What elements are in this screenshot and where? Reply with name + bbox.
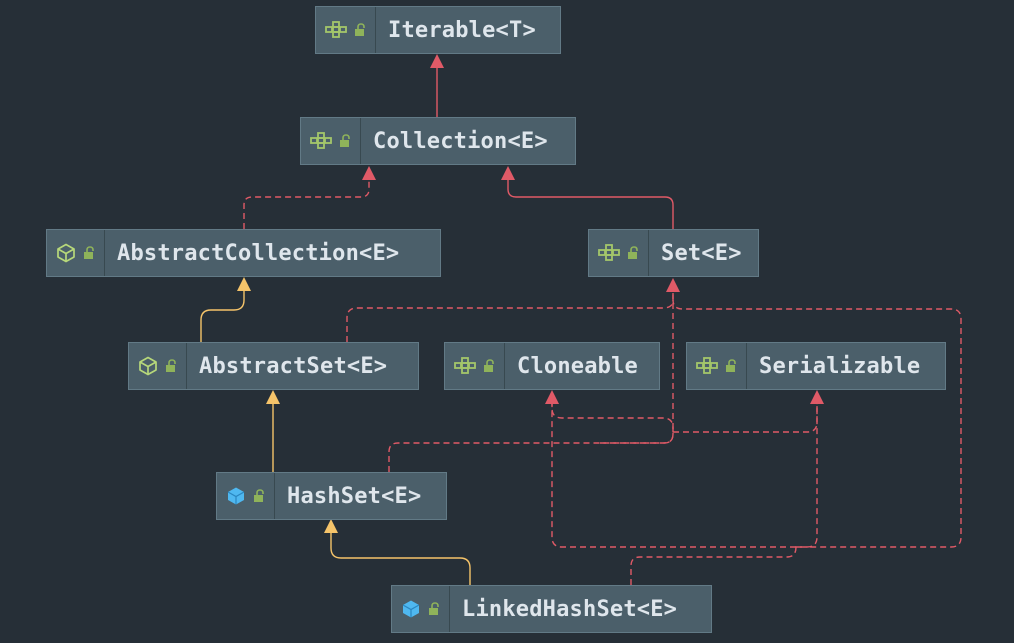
node-icons bbox=[687, 343, 747, 389]
unlock-icon bbox=[726, 359, 736, 372]
interface-icon bbox=[310, 132, 332, 149]
class-icon bbox=[227, 487, 245, 505]
arrowhead-collection-right bbox=[501, 166, 515, 180]
node-label: Cloneable bbox=[517, 353, 639, 379]
node-label: Iterable<T> bbox=[388, 17, 536, 43]
edge-abstractset-set bbox=[346, 292, 674, 342]
unlock-icon bbox=[340, 134, 350, 147]
arrowhead-hashset bbox=[324, 519, 338, 533]
node-set[interactable]: Set<E> bbox=[588, 229, 759, 277]
node-label: Serializable bbox=[759, 353, 921, 379]
node-collection[interactable]: Collection<E> bbox=[300, 117, 576, 165]
arrowhead-abstractcollection bbox=[237, 277, 251, 291]
interface-icon bbox=[454, 357, 476, 374]
edge-linkedhashset-hashset bbox=[330, 533, 471, 585]
interface-icon bbox=[325, 21, 347, 38]
edge-set-collection bbox=[507, 180, 674, 229]
arrowhead-serializable bbox=[810, 390, 824, 404]
arrowhead-iterable bbox=[430, 54, 444, 68]
edge-linkedhashset-cloneable bbox=[551, 404, 796, 548]
arrowhead-set bbox=[666, 278, 680, 292]
edge-abstractset-abstractcollection bbox=[200, 291, 245, 342]
node-iterable[interactable]: Iterable<T> bbox=[315, 6, 561, 54]
node-cloneable[interactable]: Cloneable bbox=[444, 342, 660, 390]
node-label: AbstractCollection<E> bbox=[117, 240, 400, 266]
abstract-class-icon bbox=[57, 243, 75, 263]
node-label: LinkedHashSet<E> bbox=[462, 596, 678, 622]
interface-icon bbox=[598, 244, 620, 261]
arrowhead-cloneable bbox=[545, 390, 559, 404]
node-icons bbox=[301, 118, 361, 164]
node-icons bbox=[47, 230, 105, 276]
node-icons bbox=[445, 343, 505, 389]
node-abstract-set[interactable]: AbstractSet<E> bbox=[128, 342, 419, 390]
unlock-icon bbox=[628, 246, 638, 259]
unlock-icon bbox=[166, 359, 176, 372]
node-icons bbox=[392, 586, 450, 632]
node-abstract-collection[interactable]: AbstractCollection<E> bbox=[46, 229, 441, 277]
node-hash-set[interactable]: HashSet<E> bbox=[216, 472, 447, 520]
unlock-icon bbox=[84, 246, 94, 259]
arrowhead-abstractset bbox=[266, 390, 280, 404]
unlock-icon bbox=[355, 23, 365, 36]
node-label: Collection<E> bbox=[373, 128, 548, 154]
node-linked-hash-set[interactable]: LinkedHashSet<E> bbox=[391, 585, 712, 633]
node-icons bbox=[129, 343, 187, 389]
node-icons bbox=[217, 473, 275, 519]
interface-icon bbox=[696, 357, 718, 374]
node-serializable[interactable]: Serializable bbox=[686, 342, 946, 390]
edge-hashset-cloneable bbox=[551, 404, 674, 444]
abstract-class-icon bbox=[139, 356, 157, 376]
edges-layer bbox=[200, 54, 962, 585]
class-icon bbox=[402, 600, 420, 618]
unlock-icon bbox=[429, 602, 439, 615]
unlock-icon bbox=[254, 489, 264, 502]
edge-linkedhashset-serializable bbox=[796, 404, 818, 548]
arrowhead-collection-left bbox=[362, 166, 376, 180]
edge-hashset-serializable bbox=[673, 404, 818, 433]
node-icons bbox=[589, 230, 649, 276]
node-label: AbstractSet<E> bbox=[199, 353, 388, 379]
unlock-icon bbox=[484, 359, 494, 372]
node-label: Set<E> bbox=[661, 240, 742, 266]
node-icons bbox=[316, 7, 376, 53]
node-label: HashSet<E> bbox=[287, 483, 422, 509]
edge-abstractcollection-collection bbox=[243, 180, 370, 229]
uml-diagram: Iterable<T> Collection<E> AbstractCollec… bbox=[0, 0, 1014, 643]
